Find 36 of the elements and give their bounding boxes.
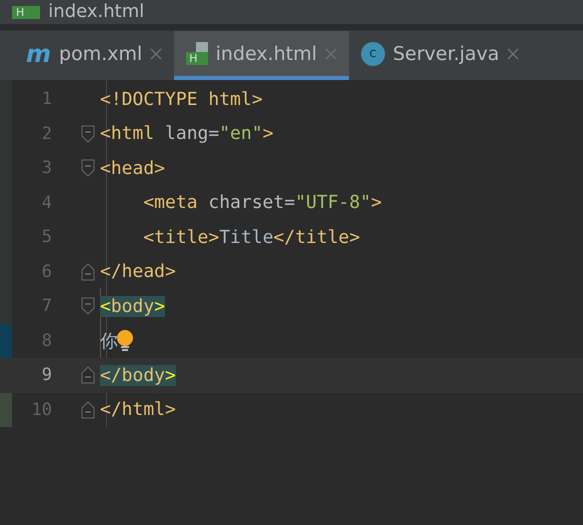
code-line: </html> <box>100 399 176 420</box>
code-line: <head> <box>100 158 166 179</box>
html-file-icon: H <box>12 6 40 18</box>
line-number: 7 <box>40 296 52 316</box>
code-line: </body> <box>100 364 176 386</box>
line-number: 9 <box>40 365 52 386</box>
editor-tab[interactable]: c Server.java <box>348 31 532 80</box>
code-line: 你 <box>100 330 118 353</box>
code-line: <!DOCTYPE html> <box>100 88 263 110</box>
editor-tab[interactable]: H index.html <box>174 31 349 80</box>
code-line: </head> <box>100 261 176 282</box>
window-title: index.html <box>48 1 144 23</box>
code-line: <body> <box>100 296 166 317</box>
lightbulb-icon[interactable] <box>116 328 134 353</box>
line-number: 5 <box>40 227 52 248</box>
line-number: 8 <box>40 330 52 351</box>
line-number: 4 <box>40 192 52 213</box>
line-number: 6 <box>40 262 52 282</box>
line-number: 10 <box>30 400 52 420</box>
class-icon: c <box>360 42 385 66</box>
editor-tab[interactable]: m pom.xml <box>14 31 174 80</box>
fold-marker-icon[interactable] <box>81 262 95 281</box>
code-line: <meta charset="UTF-8"> <box>142 192 382 214</box>
code-line: <html lang="en"> <box>100 123 274 144</box>
line-number: 3 <box>40 158 52 178</box>
line-number: 2 <box>40 124 52 144</box>
fold-marker-icon[interactable] <box>81 400 95 419</box>
maven-icon: m <box>26 40 52 66</box>
fold-marker-icon[interactable] <box>81 159 95 178</box>
fold-marker-icon[interactable] <box>81 297 95 316</box>
fold-marker-icon[interactable] <box>81 124 95 143</box>
close-icon[interactable] <box>150 48 162 60</box>
fold-marker-icon[interactable] <box>81 366 95 384</box>
close-icon[interactable] <box>507 48 520 60</box>
line-number: 1 <box>40 89 52 110</box>
code-line: <title>Title</title> <box>142 226 360 248</box>
